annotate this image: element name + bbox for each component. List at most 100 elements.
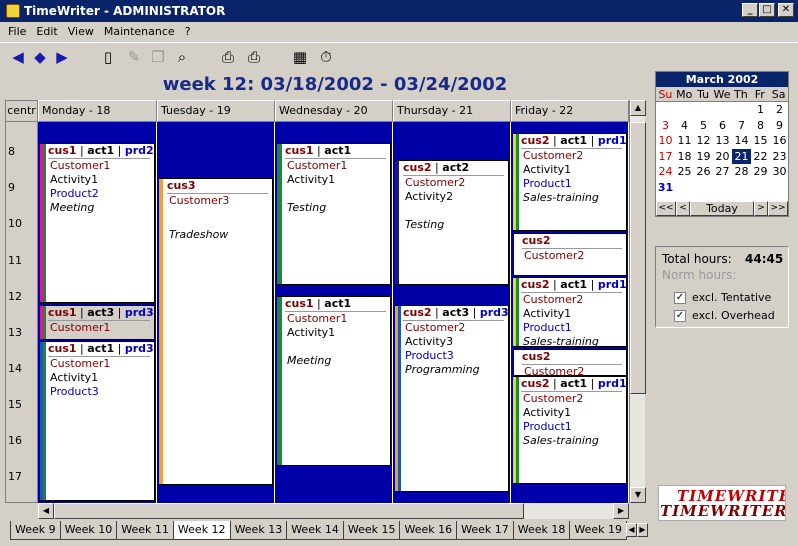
- calendar-day[interactable]: 28: [732, 164, 751, 180]
- entry-thursday-2[interactable]: cus2 | act3 | prd3 Customer2 Activity3 P…: [395, 305, 509, 492]
- calendar-day[interactable]: 7: [732, 118, 751, 134]
- calendar-day[interactable]: 27: [713, 164, 732, 180]
- day-header-monday[interactable]: Monday - 18: [38, 100, 157, 122]
- scroll-up-icon[interactable]: ▲: [630, 100, 646, 116]
- calendar-day[interactable]: 8: [751, 118, 770, 134]
- entry-monday-2[interactable]: cus1 | act3 | prd3 Customer1: [40, 305, 155, 340]
- entry-thursday-1[interactable]: cus2 | act2 Customer2 Activity2 Testing: [395, 160, 509, 285]
- entry-tuesday-1[interactable]: cus3 Customer3 Tradeshow: [159, 178, 273, 485]
- tab-scroll-right-icon[interactable]: ▶: [637, 523, 648, 537]
- menu-view[interactable]: View: [68, 25, 94, 38]
- calendar-today-button[interactable]: Today: [690, 201, 754, 216]
- calendar-next-button[interactable]: >: [754, 201, 768, 216]
- entry-friday-3[interactable]: cus2 | act1 | prd1 Customer2 Activity1 P…: [513, 277, 627, 347]
- next-week-icon[interactable]: ▶: [52, 47, 72, 67]
- calendar-day[interactable]: 2: [770, 102, 789, 118]
- calendar-day[interactable]: 19: [694, 149, 713, 165]
- new-entry-icon[interactable]: ▯: [98, 47, 118, 67]
- calendar-day[interactable]: 20: [713, 149, 732, 165]
- tab-week-13[interactable]: Week 13: [229, 521, 288, 540]
- menu-file[interactable]: File: [8, 25, 26, 38]
- menu-edit[interactable]: Edit: [36, 25, 57, 38]
- entry-wednesday-1[interactable]: cus1 | act1 Customer1 Activity1 Testing: [277, 143, 391, 285]
- calendar-icon[interactable]: ▦: [290, 47, 310, 67]
- calendar-day[interactable]: 15: [751, 133, 770, 149]
- calendar-day[interactable]: 13: [713, 133, 732, 149]
- day-header-wednesday[interactable]: Wednesday - 20: [275, 100, 393, 122]
- calendar-day[interactable]: 12: [694, 133, 713, 149]
- calendar-day[interactable]: 30: [770, 164, 789, 180]
- calendar-day[interactable]: 21: [732, 148, 751, 164]
- tab-week-11[interactable]: Week 11: [116, 521, 174, 540]
- entry-header: cus1 | act1: [285, 144, 386, 159]
- entry-friday-1[interactable]: cus2 | act1 | prd1 Customer2 Activity1 P…: [513, 133, 627, 231]
- calendar-day[interactable]: 10: [656, 133, 675, 149]
- tab-week-19[interactable]: Week 19: [569, 521, 628, 540]
- menu-help[interactable]: ?: [185, 25, 191, 38]
- current-week-icon[interactable]: ◆: [30, 47, 50, 67]
- calendar-day[interactable]: 29: [751, 164, 770, 180]
- calendar-day[interactable]: 14: [732, 133, 751, 149]
- calendar-day[interactable]: 5: [694, 118, 713, 134]
- calendar-day[interactable]: 25: [675, 164, 694, 180]
- day-header-tuesday[interactable]: Tuesday - 19: [157, 100, 275, 122]
- calendar-day[interactable]: 24: [656, 164, 675, 180]
- tab-week-16[interactable]: Week 16: [399, 521, 458, 540]
- calendar-first-button[interactable]: <<: [656, 201, 676, 216]
- calendar-day[interactable]: 3: [656, 118, 675, 134]
- tab-week-12[interactable]: Week 12: [172, 521, 231, 540]
- print-icon[interactable]: ⎙: [244, 47, 264, 67]
- copy-entry-icon[interactable]: ❐: [148, 47, 168, 67]
- weekday-label: Fr: [754, 88, 765, 101]
- calendar-day[interactable]: 17: [656, 149, 675, 165]
- entry-monday-1[interactable]: cus1 | act1 | prd2 Customer1 Activity1 P…: [40, 143, 155, 303]
- calendar-day[interactable]: 9: [770, 118, 789, 134]
- calendar-last-button[interactable]: >>: [768, 201, 788, 216]
- vertical-scroll-thumb[interactable]: [630, 122, 646, 394]
- entry-friday-4[interactable]: cus2 Customer2: [513, 349, 627, 376]
- timer-icon[interactable]: ⏱: [316, 47, 336, 67]
- calendar-day[interactable]: 16: [770, 133, 789, 149]
- find-icon[interactable]: ⌕: [172, 47, 192, 67]
- edit-entry-icon[interactable]: ✎: [124, 47, 144, 67]
- calendar-day[interactable]: 1: [751, 102, 770, 118]
- excl-overhead-checkbox[interactable]: ✓ excl. Overhead: [674, 309, 775, 322]
- calendar-nav: << < Today > >>: [656, 201, 788, 216]
- tab-week-14[interactable]: Week 14: [286, 521, 344, 540]
- calendar-day[interactable]: 23: [770, 149, 789, 165]
- entry-wednesday-2[interactable]: cus1 | act1 Customer1 Activity1 Meeting: [277, 296, 391, 466]
- calendar-day[interactable]: 6: [713, 118, 732, 134]
- calendar-day[interactable]: 11: [675, 133, 694, 149]
- scroll-right-icon[interactable]: ▶: [613, 503, 629, 519]
- horizontal-scroll-thumb[interactable]: [54, 503, 524, 519]
- excl-tentative-checkbox[interactable]: ✓ excl. Tentative: [674, 291, 771, 304]
- entry-color-bar: [159, 179, 163, 484]
- tab-week-9[interactable]: Week 9: [10, 521, 61, 540]
- day-header-thursday[interactable]: Thursday - 21: [393, 100, 511, 122]
- close-button[interactable]: ✕: [778, 3, 794, 17]
- calendar-day[interactable]: 18: [675, 149, 694, 165]
- entry-friday-5[interactable]: cus2 | act1 | prd1 Customer2 Activity1 P…: [513, 376, 627, 484]
- tab-week-15[interactable]: Week 15: [342, 521, 401, 540]
- tab-week-17[interactable]: Week 17: [456, 521, 514, 540]
- minimize-button[interactable]: _: [742, 3, 758, 17]
- horizontal-scrollbar[interactable]: ◀ ▶: [38, 503, 629, 519]
- calendar-prev-button[interactable]: <: [676, 201, 690, 216]
- tab-week-18[interactable]: Week 18: [512, 521, 571, 540]
- vertical-scrollbar[interactable]: ▲ ▼: [629, 100, 646, 503]
- prev-week-icon[interactable]: ◀: [8, 47, 28, 67]
- tab-week-10[interactable]: Week 10: [59, 521, 118, 540]
- scroll-down-icon[interactable]: ▼: [630, 487, 646, 503]
- entry-monday-3[interactable]: cus1 | act1 | prd3 Customer1 Activity1 P…: [40, 341, 155, 501]
- scroll-left-icon[interactable]: ◀: [38, 503, 54, 519]
- calendar-day[interactable]: 22: [751, 149, 770, 165]
- entry-friday-2[interactable]: cus2 Customer2: [513, 233, 627, 276]
- menu-maintenance[interactable]: Maintenance: [104, 25, 175, 38]
- tab-scroll-left-icon[interactable]: ◀: [626, 523, 637, 537]
- print-preview-icon[interactable]: ⎙: [218, 47, 238, 67]
- calendar-day[interactable]: 26: [694, 164, 713, 180]
- calendar-day[interactable]: 31: [656, 180, 675, 196]
- calendar-day[interactable]: 4: [675, 118, 694, 134]
- maximize-button[interactable]: □: [759, 3, 775, 17]
- day-header-friday[interactable]: Friday - 22: [511, 100, 629, 122]
